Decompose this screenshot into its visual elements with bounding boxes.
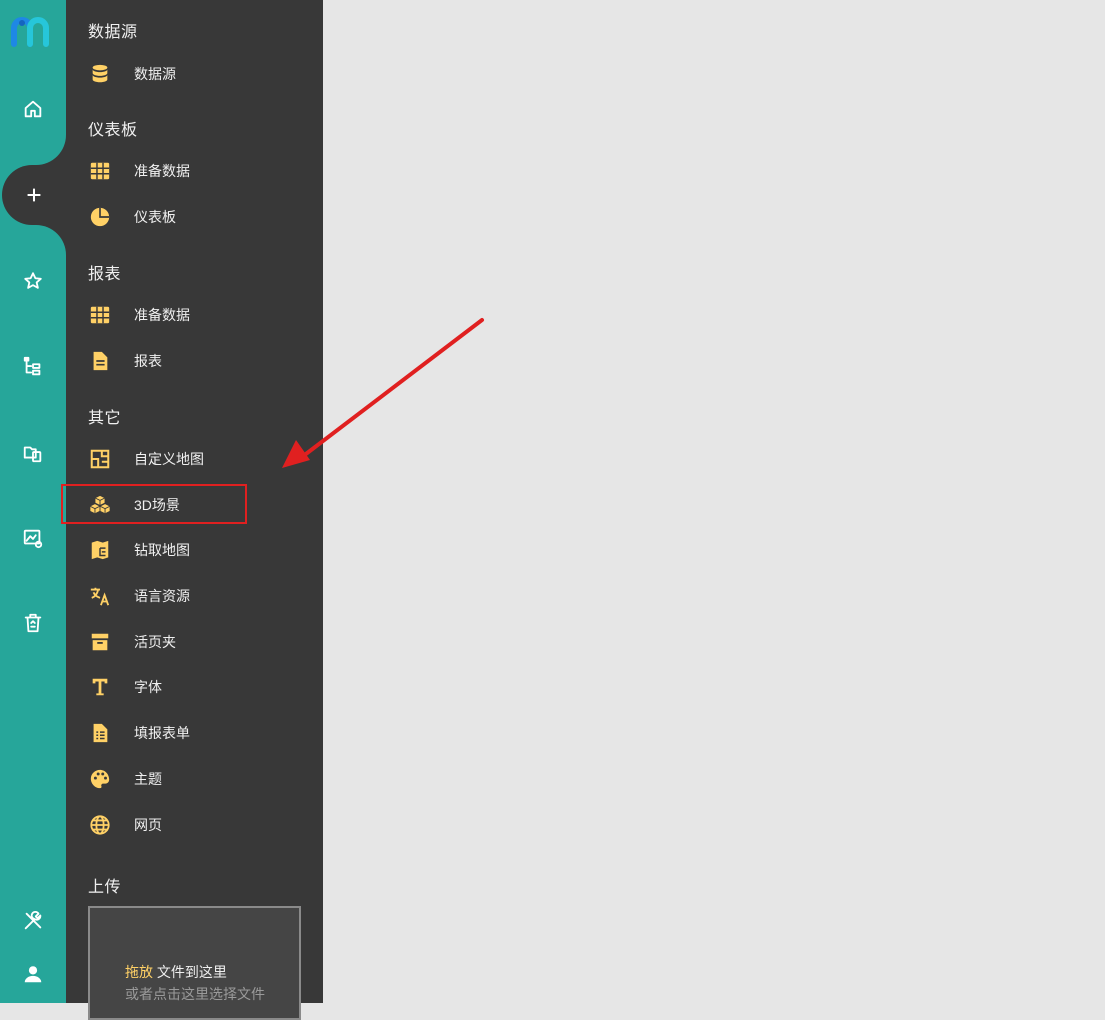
plus-icon — [27, 188, 41, 202]
section-title-dashboard: 仪表板 — [88, 122, 138, 139]
create-button[interactable] — [2, 165, 72, 225]
folder-copy-icon — [23, 446, 42, 463]
translate-icon — [88, 584, 112, 608]
archive-icon — [88, 630, 112, 654]
menu-item-label: 准备数据 — [134, 163, 190, 179]
file-manager-button[interactable] — [0, 433, 66, 473]
pie-icon — [88, 205, 112, 229]
user-icon — [24, 966, 42, 983]
tree-icon — [23, 356, 41, 376]
tools-icon — [24, 911, 42, 930]
menu-item-datasource[interactable]: 数据源 — [66, 54, 323, 94]
floorplan-icon — [88, 447, 112, 471]
form-icon — [88, 721, 112, 745]
rail-notch-top — [36, 135, 66, 165]
menu-item-label: 网页 — [134, 817, 162, 833]
user-button[interactable] — [0, 954, 66, 994]
menu-item-dashboard[interactable]: 仪表板 — [66, 197, 323, 237]
recycle-bin-button[interactable] — [0, 603, 66, 643]
section-title-datasource: 数据源 — [88, 24, 138, 41]
cubes-icon — [88, 493, 112, 517]
annotation-arrow-icon — [282, 318, 484, 468]
menu-item-label: 活页夹 — [134, 634, 176, 650]
menu-item-label: 仪表板 — [134, 209, 176, 225]
menu-item-label: 语言资源 — [134, 588, 190, 604]
upload-drag-text: 拖放 文件到这里 — [125, 964, 227, 980]
icon-rail — [0, 0, 72, 1003]
menu-item-label: 填报表单 — [134, 725, 190, 741]
palette-icon — [88, 767, 112, 791]
favorites-button[interactable] — [0, 261, 66, 301]
tools-button[interactable] — [0, 901, 66, 941]
home-icon — [24, 100, 42, 118]
menu-item-3d-scene[interactable]: 3D场景 — [66, 485, 323, 525]
m-logo-icon[interactable] — [10, 14, 54, 50]
section-title-report: 报表 — [88, 266, 122, 283]
menu-item-label: 准备数据 — [134, 307, 190, 323]
create-menu-panel: 数据源 数据源 仪表板 准备数据 仪表板 报表 准备数据 报表 其它 自定义地图… — [66, 0, 323, 1020]
menu-item-label: 自定义地图 — [134, 451, 204, 467]
menu-item-font[interactable]: 字体 — [66, 667, 323, 707]
home-button[interactable] — [0, 89, 66, 129]
document-icon — [88, 349, 112, 373]
menu-item-label: 主题 — [134, 771, 162, 787]
upload-choose-text: 或者点击这里选择文件 — [125, 986, 265, 1002]
section-title-upload: 上传 — [88, 879, 122, 896]
menu-item-web-page[interactable]: 网页 — [66, 805, 323, 845]
globe-icon — [88, 813, 112, 837]
menu-item-label: 钻取地图 — [134, 542, 190, 558]
menu-item-language-resources[interactable]: 语言资源 — [66, 576, 323, 616]
menu-item-theme[interactable]: 主题 — [66, 759, 323, 799]
menu-item-label: 数据源 — [134, 66, 176, 82]
repository-tree-button[interactable] — [0, 347, 66, 387]
menu-item-dashboard-prepare-data[interactable]: 准备数据 — [66, 151, 323, 191]
menu-item-drill-map[interactable]: 钻取地图 — [66, 530, 323, 570]
menu-item-binder[interactable]: 活页夹 — [66, 622, 323, 662]
menu-item-fill-form[interactable]: 填报表单 — [66, 713, 323, 753]
grid-icon — [88, 159, 112, 183]
font-icon — [88, 675, 112, 699]
menu-item-label: 3D场景 — [134, 497, 180, 513]
map-drill-icon — [88, 538, 112, 562]
grid-icon — [88, 303, 112, 327]
menu-item-label: 字体 — [134, 679, 162, 695]
monitor-button[interactable] — [0, 518, 66, 558]
menu-item-label: 报表 — [134, 353, 162, 369]
image-monitor-icon — [23, 529, 43, 549]
database-icon — [88, 62, 112, 86]
section-title-other: 其它 — [88, 410, 122, 427]
trash-icon — [24, 613, 42, 633]
rail-notch-bottom — [36, 225, 66, 255]
star-icon — [24, 272, 42, 289]
